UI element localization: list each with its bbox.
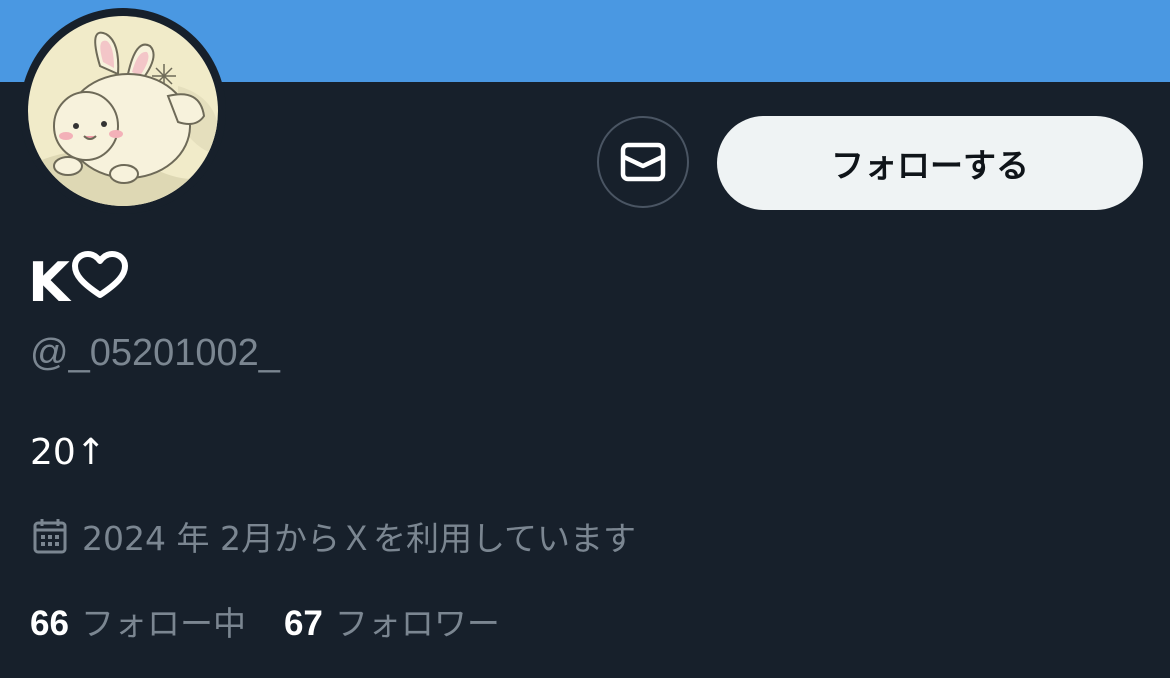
- following-count: 66: [30, 604, 69, 643]
- join-date-text: 2024 年 2月からＸを利用しています: [82, 519, 636, 558]
- profile-avatar[interactable]: [20, 8, 226, 214]
- profile-handle: @_05201002_: [30, 332, 280, 374]
- white-heart-icon: [71, 250, 128, 314]
- following-label: フォロー中: [80, 604, 246, 643]
- envelope-icon: [620, 142, 666, 182]
- message-button[interactable]: [597, 116, 689, 208]
- bunny-character-avatar-icon: [28, 16, 218, 206]
- followers-label: フォロワー: [334, 604, 500, 643]
- display-name-text: K: [28, 250, 70, 314]
- follow-button[interactable]: フォローする: [717, 116, 1143, 210]
- display-name: K: [28, 247, 128, 317]
- join-date: 2024 年 2月からＸを利用しています: [32, 512, 636, 560]
- followers-count: 67: [283, 604, 323, 643]
- calendar-icon: [33, 519, 67, 554]
- followers-link[interactable]: 67 フォロワー: [284, 597, 500, 645]
- profile-stats: 66 フォロー中 67 フォロワー: [30, 597, 500, 645]
- profile-bio: 20↑: [30, 432, 106, 473]
- follow-button-label: フォローする: [831, 146, 1029, 185]
- following-link[interactable]: 66 フォロー中: [30, 597, 246, 645]
